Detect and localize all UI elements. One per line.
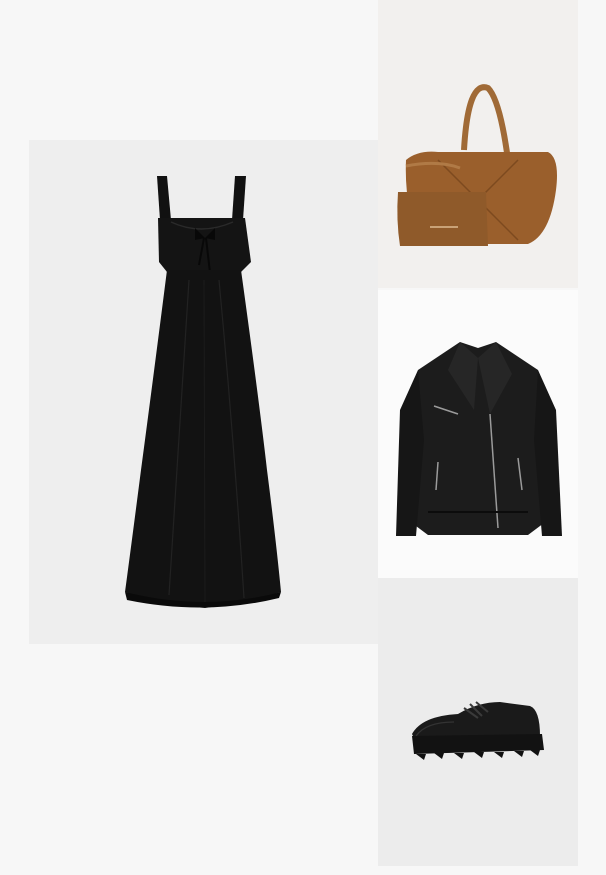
black-maxi-dress-image: [125, 176, 281, 608]
shoe-product-tile[interactable]: [378, 578, 578, 866]
tote-bag-product-tile[interactable]: [378, 0, 578, 288]
tan-leather-tote-bag-image: [397, 84, 557, 246]
leather-jacket-product-tile[interactable]: [378, 290, 578, 578]
dress-product-tile[interactable]: [29, 140, 378, 644]
black-chunky-derby-shoe-image: [412, 701, 544, 760]
black-leather-biker-jacket-image: [396, 342, 562, 536]
